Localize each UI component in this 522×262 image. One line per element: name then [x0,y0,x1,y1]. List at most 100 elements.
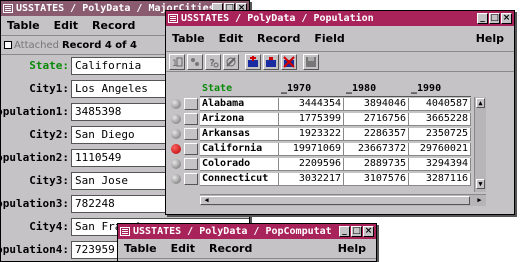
add-record-icon[interactable] [245,53,261,70]
horizontal-scrollbar[interactable]: ◀ ▶ [200,194,486,206]
column-header-state[interactable]: State [200,82,279,97]
scroll-right-icon[interactable]: ▶ [475,196,484,205]
pop-1980-cell[interactable]: 23667372 [344,143,409,156]
pop-1980-cell[interactable]: 3894046 [344,98,409,111]
menu-record[interactable]: Record [257,32,300,45]
table-row[interactable]: Colorado 2209596 2889735 3294394 [169,158,509,171]
state-cell[interactable]: Arizona [200,113,279,126]
maximize-button[interactable]: □ [351,226,362,237]
scroll-up-icon[interactable]: ▲ [476,98,485,108]
record-select-icon[interactable] [171,99,181,109]
column-header-1980[interactable]: _1980 [344,82,409,97]
table-row[interactable]: Arkansas 1923322 2286357 2350725 [169,128,509,141]
scrollbar-thumb[interactable] [200,196,470,205]
no-filter-icon[interactable] [223,53,239,70]
row-button[interactable] [184,158,198,170]
field-label: Population4: [1,243,69,256]
menu-help[interactable]: Help [476,32,504,45]
table-row[interactable]: Connecticut 3032217 3107576 3287116 [169,173,509,186]
column-header-1970[interactable]: _1970 [279,82,344,97]
field-label: City3: [29,174,69,187]
scroll-down-icon[interactable]: ▼ [476,179,485,189]
pop-computations-titlebar[interactable]: USSTATES / PolyData / PopComputat _ □ × [118,224,376,239]
menu-table[interactable]: Table [7,19,40,32]
population-window: USSTATES / PolyData / Population _ □ × T… [165,10,515,215]
menu-field[interactable]: Field [314,32,344,45]
pop-1970-cell[interactable]: 3444354 [279,98,344,111]
pop-1990-cell[interactable]: 4040587 [409,98,471,111]
record-select-icon[interactable] [171,174,181,184]
scroll-left-icon[interactable]: ◀ [202,196,211,205]
window-title: USSTATES / PolyData / PopComputat [133,226,332,237]
window-menu-icon[interactable] [3,4,13,13]
menu-record[interactable]: Record [209,242,252,255]
row-button[interactable] [184,143,198,155]
row-button[interactable] [184,173,198,185]
menu-edit[interactable]: Edit [219,32,243,45]
save-icon[interactable] [303,53,319,70]
insert-record-icon[interactable] [263,53,279,70]
menu-bar: Table Edit Record Help [118,239,376,259]
pop-1990-cell[interactable]: 3294394 [409,158,471,171]
state-cell[interactable]: Alabama [200,98,279,111]
menu-record[interactable]: Record [92,19,135,32]
window-menu-icon[interactable] [120,227,130,236]
attached-toggle[interactable]: Attached [4,40,59,51]
field-label: State: [29,59,69,72]
record-select-icon[interactable] [171,159,181,169]
pop-1970-cell[interactable]: 1775399 [279,113,344,126]
pop-1970-cell[interactable]: 2209596 [279,158,344,171]
delete-record-icon[interactable] [281,53,297,70]
pop-1980-cell[interactable]: 2286357 [344,128,409,141]
maximize-button[interactable]: □ [489,13,500,24]
field-label: Population1: [1,105,69,118]
pop-1970-cell[interactable]: 19971069 [279,143,344,156]
field-label: City4: [29,220,69,233]
menu-table[interactable]: Table [124,242,157,255]
record-select-icon[interactable] [171,144,181,154]
pop-1980-cell[interactable]: 2889735 [344,158,409,171]
table-row[interactable]: Alabama 3444354 3894046 4040587 [169,98,509,111]
pop-1980-cell[interactable]: 2716756 [344,113,409,126]
table-row[interactable]: Arizona 1775399 2716756 3665228 [169,113,509,126]
field-label: Population3: [1,197,69,210]
find-record-icon[interactable]: ? [205,53,221,70]
state-cell[interactable]: California [200,143,279,156]
pop-computations-window: USSTATES / PolyData / PopComputat _ □ × … [117,223,377,262]
menu-bar: Table Edit Record Field Help [166,26,514,52]
pop-1990-cell[interactable]: 29760021 [409,143,471,156]
menu-edit[interactable]: Edit [171,242,195,255]
record-counter: Record 4 of 4 [61,39,137,51]
state-cell[interactable]: Connecticut [200,173,279,186]
row-button[interactable] [184,128,198,140]
vertical-scrollbar[interactable]: ▲ ▼ [474,97,486,192]
window-menu-icon[interactable] [168,14,178,23]
pop-1990-cell[interactable]: 3287116 [409,173,471,186]
icon-toolbar: 1 ? [166,52,514,72]
state-cell[interactable]: Colorado [200,158,279,171]
pop-1970-cell[interactable]: 1923322 [279,128,344,141]
close-button[interactable]: × [501,13,512,24]
select-records-icon[interactable] [187,53,203,70]
pop-1970-cell[interactable]: 3032217 [279,173,344,186]
field-label: City1: [29,82,69,95]
single-record-view-icon[interactable]: 1 [169,53,185,70]
pop-1980-cell[interactable]: 3107576 [344,173,409,186]
record-select-icon[interactable] [171,129,181,139]
minimize-button[interactable]: _ [477,13,488,24]
state-cell[interactable]: Arkansas [200,128,279,141]
minimize-button[interactable]: _ [339,226,350,237]
close-button[interactable]: × [363,226,374,237]
pop-1990-cell[interactable]: 3665228 [409,113,471,126]
menu-table[interactable]: Table [172,32,205,45]
table-row[interactable]: California 19971069 23667372 29760021 [169,143,509,156]
pop-1990-cell[interactable]: 2350725 [409,128,471,141]
menu-edit[interactable]: Edit [54,19,78,32]
row-button[interactable] [184,98,198,110]
record-select-icon[interactable] [171,114,181,124]
row-button[interactable] [184,113,198,125]
population-titlebar[interactable]: USSTATES / PolyData / Population _ □ × [166,11,514,26]
menu-help[interactable]: Help [338,242,366,255]
column-header-1990[interactable]: _1990 [409,82,471,97]
attached-checkbox[interactable] [4,41,12,49]
